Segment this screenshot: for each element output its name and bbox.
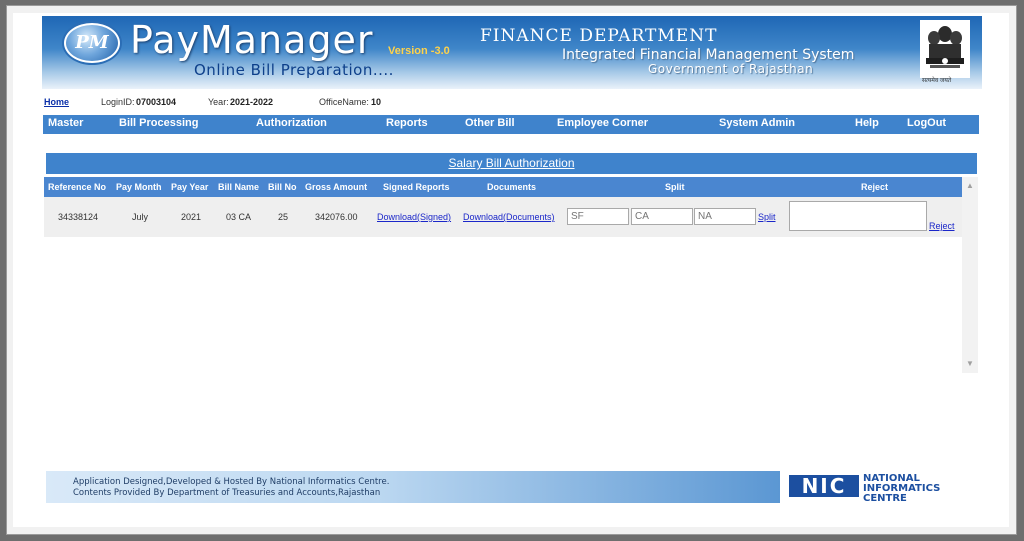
department-system: Integrated Financial Management System bbox=[562, 47, 855, 63]
cell-pay-year: 2021 bbox=[181, 212, 202, 222]
nav-system-admin[interactable]: System Admin bbox=[719, 117, 795, 129]
header-banner: PM PayManager Version -3.0 Online Bill P… bbox=[42, 16, 982, 89]
emblem-caption: सत्यमेव जयते bbox=[922, 78, 952, 84]
col-pay-month: Pay Month bbox=[116, 182, 162, 192]
reject-reason-textarea[interactable] bbox=[789, 201, 927, 231]
login-value: 07003104 bbox=[136, 97, 177, 107]
col-pay-year: Pay Year bbox=[171, 182, 209, 192]
scroll-up-icon[interactable]: ▲ bbox=[966, 181, 974, 190]
nav-bill-processing[interactable]: Bill Processing bbox=[119, 117, 198, 129]
cell-gross-amount: 342076.00 bbox=[315, 212, 358, 222]
cell-bill-no: 25 bbox=[278, 212, 289, 222]
col-signed-reports: Signed Reports bbox=[383, 182, 450, 192]
col-reference-no: Reference No bbox=[48, 182, 107, 192]
emblem-icon bbox=[920, 20, 970, 78]
page: PM PayManager Version -3.0 Online Bill P… bbox=[13, 13, 1009, 527]
login-label: LoginID: bbox=[101, 97, 135, 107]
authorization-panel-header: Salary Bill Authorization bbox=[46, 153, 977, 174]
grid-scrollbar[interactable]: ▲ ▼ bbox=[962, 177, 978, 373]
year-label: Year: bbox=[208, 97, 229, 107]
col-split: Split bbox=[665, 182, 685, 192]
main-nav: Master Bill Processing Authorization Rep… bbox=[43, 115, 979, 134]
department-government: Government of Rajasthan bbox=[648, 62, 814, 76]
department-title: FINANCE DEPARTMENT bbox=[480, 26, 718, 46]
footer: Application Designed,Developed & Hosted … bbox=[46, 471, 780, 503]
nav-employee-corner[interactable]: Employee Corner bbox=[557, 117, 648, 129]
brand-subtitle: Online Bill Preparation.... bbox=[194, 61, 394, 79]
col-documents: Documents bbox=[487, 182, 537, 192]
nav-logout[interactable]: LogOut bbox=[907, 117, 946, 129]
office-value: 10 bbox=[371, 97, 382, 107]
nic-name-line3: CENTRE bbox=[863, 493, 907, 504]
year-value: 2021-2022 bbox=[230, 97, 274, 107]
download-documents-link[interactable]: Download(Documents) bbox=[463, 212, 555, 222]
office-label: OfficeName: bbox=[319, 97, 369, 107]
table-row: 34338124 July 2021 03 CA 25 342076.00 Do… bbox=[44, 197, 962, 237]
col-reject: Reject bbox=[861, 182, 889, 192]
brand-version: Version -3.0 bbox=[388, 45, 450, 57]
nav-other-bill[interactable]: Other Bill bbox=[465, 117, 515, 129]
nav-help[interactable]: Help bbox=[855, 117, 879, 129]
nav-reports[interactable]: Reports bbox=[386, 117, 428, 129]
scroll-down-icon[interactable]: ▼ bbox=[966, 359, 974, 368]
nav-master[interactable]: Master bbox=[48, 117, 83, 129]
footer-credit-line: Application Designed,Developed & Hosted … bbox=[73, 477, 390, 487]
reject-link[interactable]: Reject bbox=[929, 221, 955, 231]
split-ca-input[interactable] bbox=[631, 208, 693, 225]
col-bill-no: Bill No bbox=[268, 182, 297, 192]
brand-title: PayManager bbox=[130, 18, 374, 62]
split-sf-input[interactable] bbox=[567, 208, 629, 225]
nic-logo: NIC bbox=[789, 475, 859, 497]
cell-pay-month: July bbox=[132, 212, 149, 222]
grid-header: Reference No Pay Month Pay Year Bill Nam… bbox=[44, 177, 962, 197]
split-na-input[interactable] bbox=[694, 208, 756, 225]
paymanager-logo: PM bbox=[64, 23, 120, 63]
cell-bill-name: 03 CA bbox=[226, 212, 252, 222]
nav-authorization[interactable]: Authorization bbox=[256, 117, 327, 129]
home-link[interactable]: Home bbox=[44, 97, 69, 107]
download-signed-link[interactable]: Download(Signed) bbox=[377, 212, 451, 222]
col-bill-name: Bill Name bbox=[218, 182, 260, 192]
cell-reference-no: 34338124 bbox=[58, 212, 99, 222]
footer-content-line: Contents Provided By Department of Treas… bbox=[73, 488, 381, 498]
col-gross-amount: Gross Amount bbox=[305, 182, 368, 192]
split-link[interactable]: Split bbox=[758, 212, 776, 222]
authorization-title[interactable]: Salary Bill Authorization bbox=[448, 156, 574, 170]
bill-grid: Reference No Pay Month Pay Year Bill Nam… bbox=[44, 177, 980, 373]
